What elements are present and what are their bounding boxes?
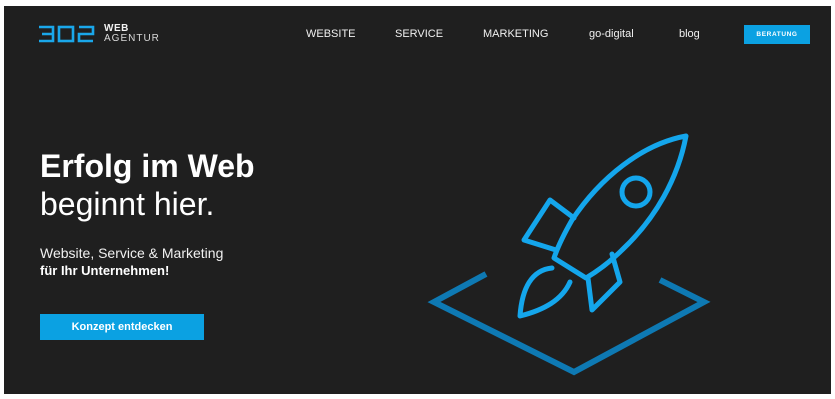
nav-item-service[interactable]: SERVICE [395,28,443,40]
discover-concept-button[interactable]: Konzept entdecken [40,314,204,340]
nav-item-website[interactable]: WEBSITE [306,28,356,40]
nav-item-marketing[interactable]: MARKETING [483,28,548,40]
logo-wordmark: WEB AGENTUR [104,24,160,44]
hero-headline-secondary: beginnt hier. [40,186,215,222]
nav-item-blog[interactable]: blog [679,28,700,40]
hero-subline: Website, Service & Marketing [40,245,224,261]
rocket-icon [427,133,711,376]
hero-subline-bold: für Ihr Unternehmen! [40,263,170,278]
hero-headline: Erfolg im Web [40,148,255,184]
nav-item-go-digital[interactable]: go-digital [589,28,634,40]
logo-302-mark [39,25,95,43]
consultation-button[interactable]: BERATUNG [744,25,810,44]
logo-line-2: AGENTUR [104,33,160,44]
page-frame: WEB AGENTUR WEBSITE SERVICE MARKETING go… [4,6,831,394]
logo[interactable]: WEB AGENTUR [38,24,160,44]
